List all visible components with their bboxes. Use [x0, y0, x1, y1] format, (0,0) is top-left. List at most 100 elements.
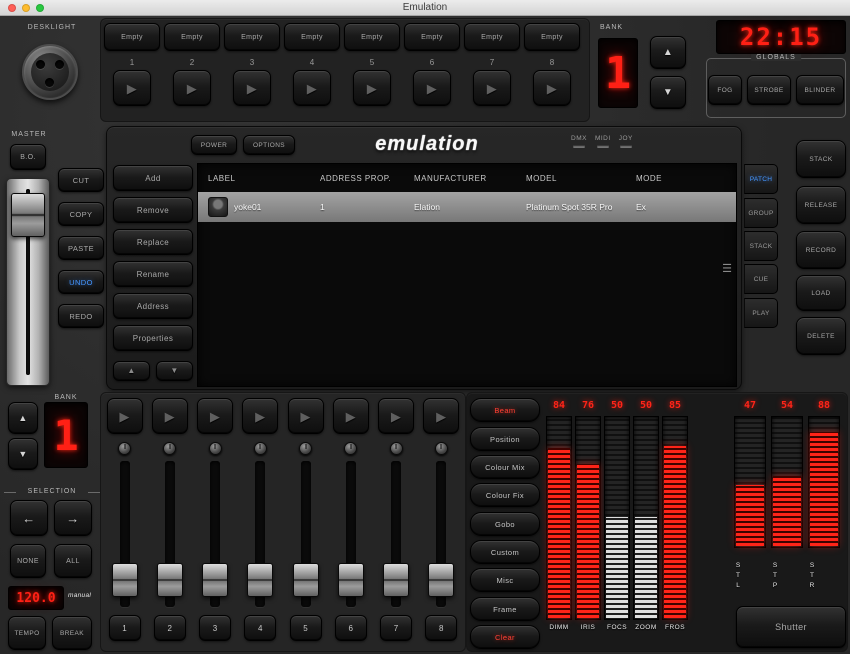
- break-button[interactable]: BREAK: [52, 616, 92, 650]
- copy-button[interactable]: COPY: [58, 202, 104, 226]
- top-bank-up-button[interactable]: ▲: [650, 36, 686, 69]
- record-button[interactable]: RECORD: [796, 231, 846, 269]
- channel-select-button[interactable]: 1: [109, 615, 141, 641]
- select-previous-button[interactable]: ←: [10, 500, 48, 536]
- channel-select-button[interactable]: 3: [199, 615, 231, 641]
- stack-button[interactable]: STACK: [796, 140, 846, 178]
- scene-slot-button[interactable]: Empty: [284, 23, 340, 51]
- strobe-button[interactable]: STROBE: [747, 75, 791, 105]
- channel-select-button[interactable]: 4: [244, 615, 276, 641]
- channel-fader-handle[interactable]: [338, 563, 364, 597]
- scene-play-button[interactable]: ▶: [413, 70, 451, 106]
- channel-play-button[interactable]: ▶: [197, 398, 233, 434]
- scene-slot-button[interactable]: Empty: [104, 23, 160, 51]
- channel-knob[interactable]: [344, 442, 357, 455]
- tab-patch[interactable]: PATCH: [744, 164, 778, 194]
- scrollbar-grip[interactable]: ☰: [722, 264, 732, 275]
- properties-button[interactable]: Properties: [113, 325, 193, 351]
- channel-knob[interactable]: [163, 442, 176, 455]
- channel-select-button[interactable]: 2: [154, 615, 186, 641]
- channel-select-button[interactable]: 7: [380, 615, 412, 641]
- scene-slot-button[interactable]: Empty: [464, 23, 520, 51]
- scene-slot-button[interactable]: Empty: [224, 23, 280, 51]
- group-colour-fix-button[interactable]: Colour Fix: [470, 483, 540, 507]
- remove-button[interactable]: Remove: [113, 197, 193, 223]
- table-row[interactable]: yoke01 1 Elation Platinum Spot 35R Pro E…: [198, 192, 736, 222]
- scene-play-button[interactable]: ▶: [353, 70, 391, 106]
- channel-knob[interactable]: [254, 442, 267, 455]
- scene-play-button[interactable]: ▶: [113, 70, 151, 106]
- scene-slot-button[interactable]: Empty: [404, 23, 460, 51]
- undo-button[interactable]: UNDO: [58, 270, 104, 294]
- channel-select-button[interactable]: 6: [335, 615, 367, 641]
- group-position-button[interactable]: Position: [470, 427, 540, 451]
- channel-select-button[interactable]: 8: [425, 615, 457, 641]
- cut-button[interactable]: CUT: [58, 168, 104, 192]
- channel-fader-handle[interactable]: [293, 563, 319, 597]
- channel-select-button[interactable]: 5: [290, 615, 322, 641]
- clear-button[interactable]: Clear: [470, 625, 540, 649]
- channel-play-button[interactable]: ▶: [333, 398, 369, 434]
- select-all-button[interactable]: ALL: [54, 544, 92, 578]
- tab-group[interactable]: GROUP: [744, 198, 778, 228]
- select-next-button[interactable]: →: [54, 500, 92, 536]
- close-button[interactable]: [8, 4, 16, 12]
- channel-knob[interactable]: [209, 442, 222, 455]
- minimize-button[interactable]: [22, 4, 30, 12]
- master-fader-handle[interactable]: [11, 193, 45, 237]
- blackout-button[interactable]: B.O.: [10, 144, 46, 170]
- bottom-bank-up-button[interactable]: ▲: [8, 402, 38, 434]
- tab-cue[interactable]: CUE: [744, 264, 778, 294]
- shutter-button[interactable]: Shutter: [736, 606, 846, 648]
- channel-play-button[interactable]: ▶: [378, 398, 414, 434]
- scene-play-button[interactable]: ▶: [533, 70, 571, 106]
- scene-slot-button[interactable]: Empty: [344, 23, 400, 51]
- redo-button[interactable]: REDO: [58, 304, 104, 328]
- channel-fader-handle[interactable]: [112, 563, 138, 597]
- load-button[interactable]: LOAD: [796, 275, 846, 311]
- channel-fader-handle[interactable]: [247, 563, 273, 597]
- zoom-button[interactable]: [36, 4, 44, 12]
- rename-button[interactable]: Rename: [113, 261, 193, 287]
- tab-play[interactable]: PLAY: [744, 298, 778, 328]
- tempo-button[interactable]: TEMPO: [8, 616, 46, 650]
- channel-knob[interactable]: [299, 442, 312, 455]
- scene-play-button[interactable]: ▶: [473, 70, 511, 106]
- tab-stack[interactable]: STACK: [744, 231, 778, 261]
- list-down-button[interactable]: ▼: [156, 361, 193, 381]
- channel-knob[interactable]: [118, 442, 131, 455]
- channel-play-button[interactable]: ▶: [288, 398, 324, 434]
- channel-play-button[interactable]: ▶: [423, 398, 459, 434]
- group-frame-button[interactable]: Frame: [470, 597, 540, 621]
- channel-play-button[interactable]: ▶: [242, 398, 278, 434]
- scene-play-button[interactable]: ▶: [233, 70, 271, 106]
- top-bank-down-button[interactable]: ▼: [650, 76, 686, 109]
- select-none-button[interactable]: NONE: [10, 544, 46, 578]
- scene-play-button[interactable]: ▶: [173, 70, 211, 106]
- group-gobo-button[interactable]: Gobo: [470, 512, 540, 536]
- blinder-button[interactable]: BLINDER: [796, 75, 844, 105]
- paste-button[interactable]: PASTE: [58, 236, 104, 260]
- scene-slot-button[interactable]: Empty: [164, 23, 220, 51]
- scene-slot-button[interactable]: Empty: [524, 23, 580, 51]
- address-button[interactable]: Address: [113, 293, 193, 319]
- channel-knob[interactable]: [435, 442, 448, 455]
- bottom-bank-down-button[interactable]: ▼: [8, 438, 38, 470]
- group-misc-button[interactable]: Misc: [470, 568, 540, 592]
- channel-play-button[interactable]: ▶: [152, 398, 188, 434]
- power-button[interactable]: POWER: [191, 135, 237, 155]
- group-colour-mix-button[interactable]: Colour Mix: [470, 455, 540, 479]
- group-custom-button[interactable]: Custom: [470, 540, 540, 564]
- delete-button[interactable]: DELETE: [796, 317, 846, 355]
- channel-play-button[interactable]: ▶: [107, 398, 143, 434]
- options-button[interactable]: OPTIONS: [243, 135, 295, 155]
- fog-button[interactable]: FOG: [708, 75, 742, 105]
- replace-button[interactable]: Replace: [113, 229, 193, 255]
- add-button[interactable]: Add: [113, 165, 193, 191]
- channel-fader-handle[interactable]: [202, 563, 228, 597]
- channel-fader-handle[interactable]: [383, 563, 409, 597]
- channel-knob[interactable]: [390, 442, 403, 455]
- scene-play-button[interactable]: ▶: [293, 70, 331, 106]
- channel-fader-handle[interactable]: [428, 563, 454, 597]
- channel-fader-handle[interactable]: [157, 563, 183, 597]
